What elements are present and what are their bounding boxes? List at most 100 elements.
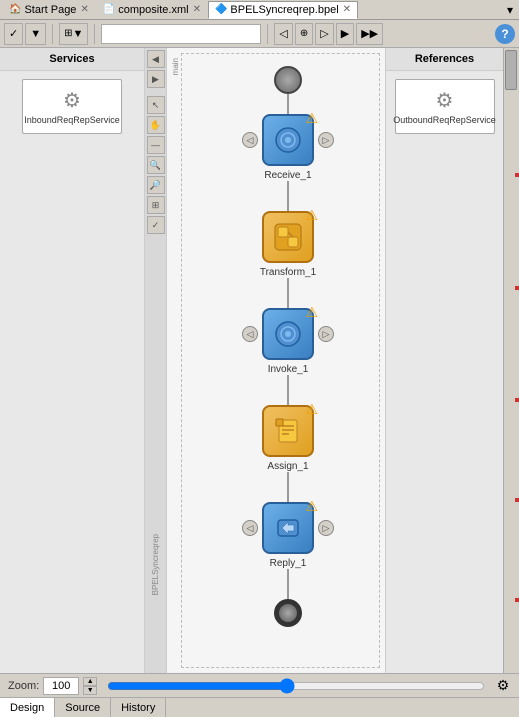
invoke-1-nav-right[interactable]: ▷ [318,326,334,342]
receive-1-nav-right[interactable]: ▷ [318,132,334,148]
tab-source[interactable]: Source [55,698,111,717]
start-circle [274,66,302,94]
node-invoke-1: ◁ ⚠ ▷ Invoke_1 [242,308,334,375]
reply-1-warning: ⚠ [305,498,318,515]
references-panel: References OutboundReqRepService [385,48,503,673]
tool-zoom-in[interactable]: 🔍 [147,156,165,174]
reply-1-nav-right[interactable]: ▷ [318,520,334,536]
composite-icon: 📄 [103,4,115,15]
reply-1-box[interactable]: ⚠ [262,502,314,554]
node-assign-1: ⚠ Assign_1 [242,405,334,472]
settings-icon[interactable]: ⚙ [495,678,511,694]
invoke-1-label: Invoke_1 [268,364,309,375]
tab-history[interactable]: History [111,698,166,717]
tab-design-label: Design [10,702,44,714]
toolbar-sep-2 [94,24,95,44]
toolbar-nav-group: ◁ ⊕ ▷ ▶ ▶▶ [274,23,383,45]
node-receive-1: ◁ ⚠ ▷ Receive_1 [242,114,334,181]
tab-start-page-label: Start Page [24,4,76,16]
tool-validate[interactable]: ✓ [147,216,165,234]
zoom-up-btn[interactable]: ▲ [83,677,97,686]
bottom-tabs: Design Source History [0,697,519,717]
assign-1-warning: ⚠ [305,401,318,418]
scroll-area[interactable] [503,48,519,673]
assign-1-box[interactable]: ⚠ [262,405,314,457]
toolbar-sep-3 [267,24,268,44]
tab-bpel[interactable]: 🔷 BPELSyncreqrep.bpel ✕ [208,1,358,19]
start-page-icon: 🏠 [9,4,21,15]
main-area: Services InboundReqRepService ◀ ▶ ↖ ✋ — … [0,48,519,673]
invoke-1-nav-left[interactable]: ◁ [242,326,258,342]
tab-composite-close[interactable]: ✕ [193,4,201,15]
receive-1-label: Receive_1 [264,170,311,181]
tab-design[interactable]: Design [0,698,55,717]
receive-1-warning: ⚠ [305,110,318,127]
view-button[interactable]: ⊞▼ [59,23,88,45]
tab-history-label: History [121,702,155,714]
connector-4 [287,375,289,405]
zoom-input[interactable] [43,677,79,695]
tool-connect[interactable]: — [147,136,165,154]
invoke-1-warning: ⚠ [305,304,318,321]
tab-bar: 🏠 Start Page ✕ 📄 composite.xml ✕ 🔷 BPELS… [0,0,519,20]
zoom-label: Zoom: [8,680,39,692]
tool-collapse[interactable]: ◀ [147,50,165,68]
services-panel: Services InboundReqRepService [0,48,145,673]
tab-composite-label: composite.xml [118,4,188,16]
tab-start-page-close[interactable]: ✕ [80,4,88,15]
nav3-button[interactable]: ▶▶ [356,23,383,45]
tab-bpel-close[interactable]: ✕ [343,4,351,15]
invoke-1-icon [273,319,303,349]
references-title: References [415,53,474,65]
main-label: main [171,58,180,75]
references-header: References [386,48,503,71]
reply-1-icon [273,513,303,543]
inbound-service-box[interactable]: InboundReqRepService [22,79,122,134]
zoom-spinner: ▲ ▼ [83,677,97,695]
scroll-marker-5 [515,598,519,602]
save-button[interactable]: ✓ [4,23,23,45]
tab-start-page[interactable]: 🏠 Start Page ✕ [2,1,96,19]
tab-overflow-btn[interactable]: ▾ [507,3,513,17]
tool-zoom-out[interactable]: 🔎 [147,176,165,194]
reply-1-nav-left[interactable]: ◁ [242,520,258,536]
node-transform-1: ⚠ Transform_1 [242,211,334,278]
scroll-marker-4 [515,498,519,502]
search-input[interactable] [101,24,261,44]
end-circle [274,599,302,627]
tool-hand[interactable]: ✋ [147,116,165,134]
toolbar: ✓ ▼ ⊞▼ ◁ ⊕ ▷ ▶ ▶▶ ? [0,20,519,48]
scroll-thumb[interactable] [505,50,517,90]
scroll-marker-2 [515,286,519,290]
reply-1-label: Reply_1 [270,558,307,569]
toolbar-sep-1 [52,24,53,44]
forward-button[interactable]: ▷ [315,23,333,45]
tool-layout[interactable]: ⊞ [147,196,165,214]
receive-1-box[interactable]: ⚠ [262,114,314,166]
help-button[interactable]: ? [495,24,515,44]
outbound-service-box[interactable]: OutboundReqRepService [395,79,495,134]
tool-select[interactable]: ↖ [147,96,165,114]
scroll-marker-1 [515,173,519,177]
back-button[interactable]: ◁ [274,23,292,45]
left-tools: ◀ ▶ ↖ ✋ — 🔍 🔎 ⊞ ✓ BPELSyncreqrep [145,48,167,673]
tab-composite[interactable]: 📄 composite.xml ✕ [96,1,208,19]
save-dropdown-button[interactable]: ▼ [25,23,46,45]
tool-expand[interactable]: ▶ [147,70,165,88]
canvas-area[interactable]: main ◁ [167,48,385,673]
zoom-down-btn[interactable]: ▼ [83,686,97,695]
transform-1-label: Transform_1 [260,267,316,278]
nav-dropdown-button[interactable]: ⊕ [295,23,313,45]
connector-3 [287,278,289,308]
connector-2 [287,181,289,211]
invoke-1-box[interactable]: ⚠ [262,308,314,360]
receive-1-nav-left[interactable]: ◁ [242,132,258,148]
zoom-slider[interactable] [107,678,485,694]
nav2-button[interactable]: ▶ [336,23,354,45]
connector-6 [287,569,289,599]
tab-source-label: Source [65,702,100,714]
transform-1-box[interactable]: ⚠ [262,211,314,263]
transform-1-icon [273,222,303,252]
connector-5 [287,472,289,502]
node-reply-1: ◁ ⚠ ▷ Reply_1 [242,502,334,569]
